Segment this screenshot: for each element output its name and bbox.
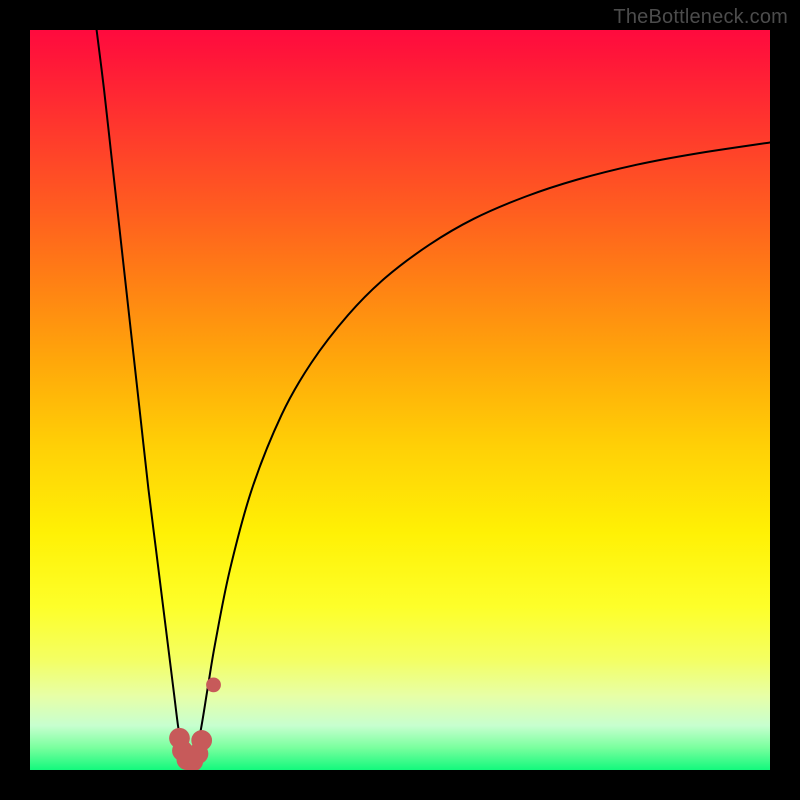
watermark-text: TheBottleneck.com xyxy=(613,6,788,29)
chart-frame: TheBottleneck.com xyxy=(0,0,800,800)
plot-area xyxy=(30,30,770,770)
markers-layer xyxy=(30,30,770,770)
marker-right-2 xyxy=(191,730,212,751)
marker-gap xyxy=(206,678,221,693)
